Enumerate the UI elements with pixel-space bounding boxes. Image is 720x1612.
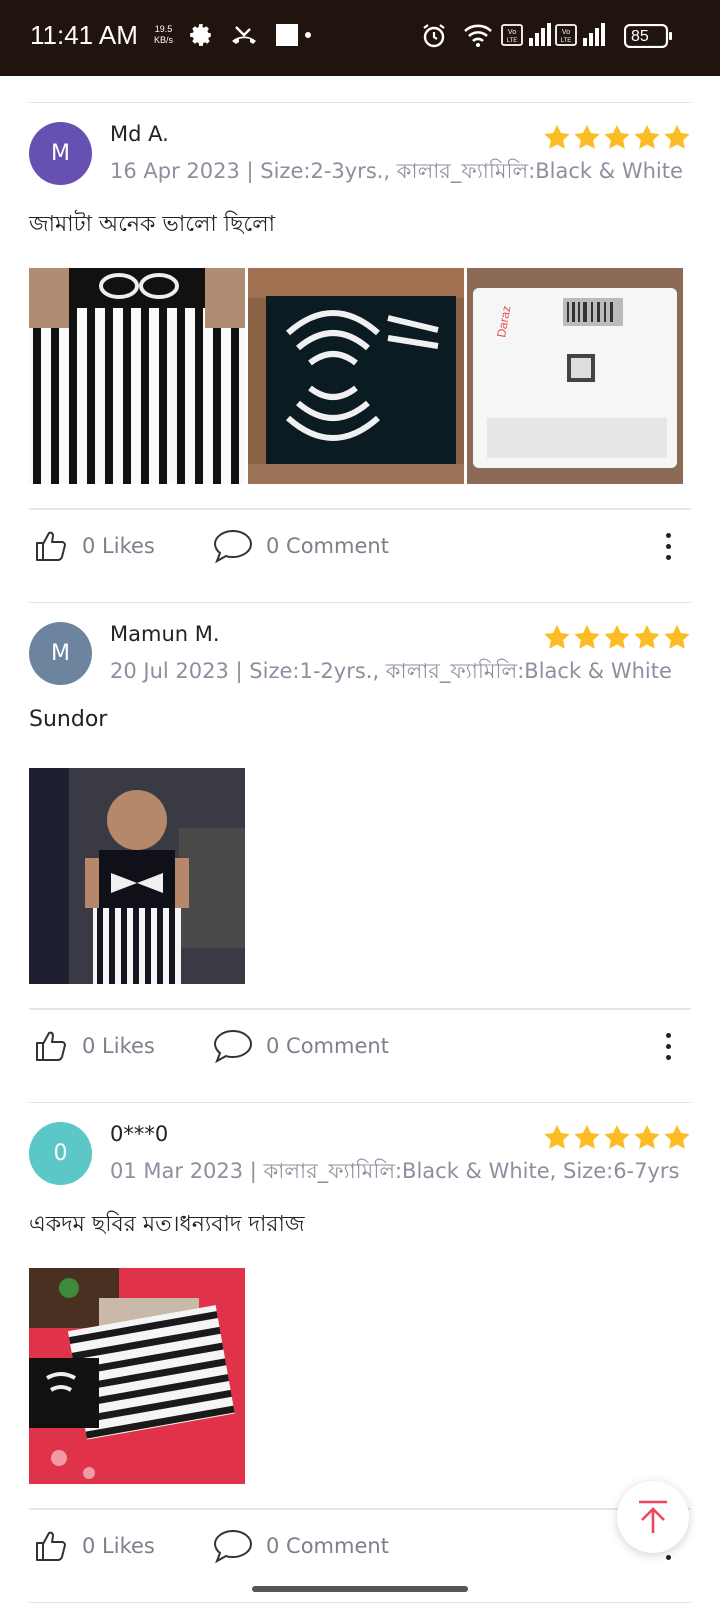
- more-options-button[interactable]: [656, 526, 680, 566]
- comments-count: 0 Comment: [266, 1534, 389, 1558]
- star-icon: [544, 625, 570, 649]
- comment-button[interactable]: 0 Comment: [212, 526, 389, 566]
- star-icon: [604, 125, 630, 149]
- scroll-to-top-button[interactable]: [617, 1481, 689, 1553]
- comment-button[interactable]: 0 Comment: [212, 1526, 389, 1566]
- star-icon: [664, 125, 690, 149]
- battery-level: 85: [631, 28, 649, 45]
- avatar-letter: M: [51, 641, 70, 666]
- gesture-navigation-bar[interactable]: [252, 1586, 468, 1592]
- star-icon: [604, 1125, 630, 1149]
- status-time: 11:41 AM: [30, 20, 138, 50]
- volte-signal-icon: Vo LTE: [501, 23, 551, 46]
- review-photo[interactable]: [248, 268, 464, 484]
- comments-count: 0 Comment: [266, 1034, 389, 1058]
- star-icon: [664, 625, 690, 649]
- arrow-up-icon: [639, 1500, 667, 1533]
- comment-icon: [213, 529, 253, 564]
- svg-text:LTE: LTE: [561, 38, 572, 44]
- review-card: M Md A. 16 Apr 2023 | Size:2-3yrs., কালা…: [0, 122, 720, 622]
- review-text: Sundor: [29, 707, 108, 732]
- avatar: 0: [29, 1122, 92, 1185]
- review-photo[interactable]: Daraz: [467, 268, 683, 484]
- wifi-icon: [464, 24, 492, 47]
- reviewer-name: Md A.: [110, 122, 169, 146]
- review-meta: 01 Mar 2023 | কালার_ফ্যামিলি:Black & Whi…: [110, 1159, 680, 1183]
- status-bar: 11:41 AM 19.5 KB/s Vo LTE Vo LTE 85: [0, 0, 720, 76]
- star-icon: [574, 125, 600, 149]
- avatar: M: [29, 122, 92, 185]
- more-options-button[interactable]: [656, 1026, 680, 1066]
- review-card: M Mamun M. 20 Jul 2023 | Size:1-2yrs., ক…: [0, 622, 720, 1122]
- thumbs-up-icon: [36, 1031, 66, 1061]
- likes-count: 0 Likes: [82, 1034, 155, 1058]
- like-button[interactable]: 0 Likes: [34, 1526, 155, 1566]
- star-icon: [634, 1125, 660, 1149]
- thumbs-up-icon: [36, 1531, 66, 1561]
- star-icon: [664, 1125, 690, 1149]
- avatar: M: [29, 622, 92, 685]
- like-button[interactable]: 0 Likes: [34, 1026, 155, 1066]
- star-icon: [604, 625, 630, 649]
- thumbs-up-icon: [36, 531, 66, 561]
- network-speed: 19.5 KB/s: [154, 24, 173, 46]
- alarm-icon: [423, 24, 445, 48]
- network-speed-unit: KB/s: [154, 35, 174, 45]
- review-meta: 16 Apr 2023 | Size:2-3yrs., কালার_ফ্যামি…: [110, 159, 683, 183]
- svg-text:Vo: Vo: [562, 29, 570, 36]
- comment-icon: [213, 1029, 253, 1064]
- review-photo[interactable]: [29, 1268, 245, 1484]
- missed-call-icon: [232, 26, 256, 44]
- settings-icon: [190, 24, 211, 46]
- like-button[interactable]: 0 Likes: [34, 526, 155, 566]
- likes-count: 0 Likes: [82, 1534, 155, 1558]
- reviews-list[interactable]: M Md A. 16 Apr 2023 | Size:2-3yrs., কালা…: [0, 76, 720, 1612]
- star-rating: [544, 1125, 690, 1149]
- svg-text:LTE: LTE: [507, 38, 518, 44]
- reviewer-name: Mamun M.: [110, 622, 220, 646]
- comment-button[interactable]: 0 Comment: [212, 1026, 389, 1066]
- star-rating: [544, 125, 690, 149]
- star-icon: [574, 1125, 600, 1149]
- star-icon: [574, 625, 600, 649]
- review-card: 0 0***0 01 Mar 2023 | কালার_ফ্যামিলি:Bla…: [0, 1122, 720, 1612]
- actions-divider: [29, 1008, 691, 1010]
- svg-text:Vo: Vo: [508, 29, 516, 36]
- actions-divider: [29, 508, 691, 510]
- review-photo[interactable]: [29, 268, 245, 484]
- review-photo[interactable]: [29, 768, 245, 984]
- comments-count: 0 Comment: [266, 534, 389, 558]
- star-icon: [544, 125, 570, 149]
- volte-signal-icon: Vo LTE: [555, 23, 605, 46]
- review-meta: 20 Jul 2023 | Size:1-2yrs., কালার_ফ্যামি…: [110, 659, 672, 683]
- review-text: জামাটা অনেক ভালো ছিলো: [29, 212, 276, 237]
- review-divider: [29, 602, 691, 603]
- network-speed-value: 19.5: [154, 24, 173, 34]
- actions-divider: [29, 1508, 691, 1510]
- likes-count: 0 Likes: [82, 534, 155, 558]
- reviewer-name: 0***0: [110, 1122, 169, 1146]
- avatar-letter: 0: [53, 1141, 68, 1166]
- star-icon: [544, 1125, 570, 1149]
- screen-record-icon: [276, 24, 311, 46]
- review-divider: [29, 1102, 691, 1103]
- star-rating: [544, 625, 690, 649]
- avatar-letter: M: [51, 141, 70, 166]
- review-divider: [29, 1602, 691, 1603]
- star-icon: [634, 125, 660, 149]
- review-text: একদম ছবির মত।ধন্যবাদ দারাজ: [29, 1212, 305, 1237]
- star-icon: [634, 625, 660, 649]
- comment-icon: [213, 1529, 253, 1564]
- top-divider: [29, 102, 691, 103]
